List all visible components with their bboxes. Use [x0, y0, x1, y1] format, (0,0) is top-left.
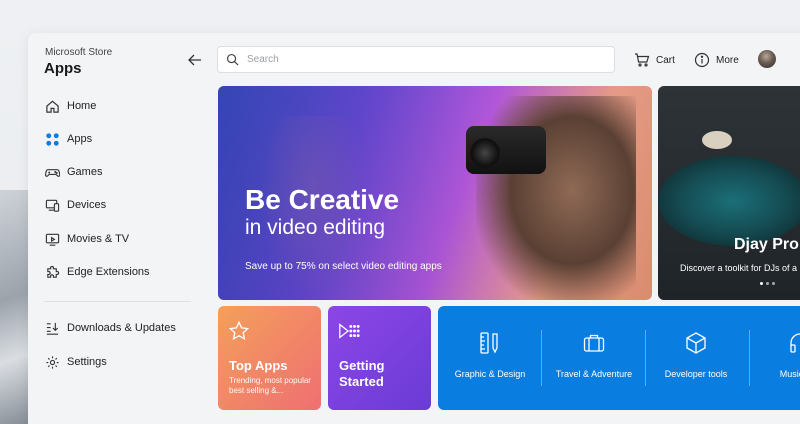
- search-icon: [226, 53, 239, 66]
- hero-banner-djay-pro[interactable]: Djay Pro Discover a toolkit for DJs of a: [658, 86, 800, 300]
- home-icon: [44, 98, 60, 114]
- app-subtitle: Microsoft Store: [45, 47, 113, 58]
- cart-icon: [635, 53, 650, 67]
- sidebar-item-home[interactable]: Home: [44, 95, 96, 117]
- top-apps-tile[interactable]: Top Apps Trending, most popular best sel…: [218, 306, 321, 410]
- cart-label: Cart: [656, 54, 675, 66]
- sidebar-item-label: Games: [67, 166, 103, 178]
- cube-icon: [686, 332, 706, 354]
- puzzle-icon: [44, 264, 60, 280]
- back-arrow-icon: [188, 54, 201, 66]
- sidebar-item-apps[interactable]: Apps: [44, 128, 92, 150]
- sidebar: Microsoft Store Apps Home Apps Games Dev…: [28, 33, 198, 424]
- tile-title: Getting Started: [339, 358, 385, 389]
- cart-button[interactable]: Cart: [634, 51, 675, 69]
- sidebar-item-label: Movies & TV: [67, 233, 130, 245]
- page-title: Apps: [44, 60, 82, 77]
- carousel-dot[interactable]: [766, 282, 769, 285]
- sidebar-item-label: Home: [67, 100, 97, 112]
- tile-description: Trending, most popular best selling &...: [229, 376, 311, 395]
- sidebar-item-label: Devices: [67, 199, 107, 211]
- category-travel-adventure[interactable]: Travel & Adventure: [542, 306, 646, 410]
- gamepad-icon: [44, 164, 60, 180]
- category-label: Music & S: [779, 369, 800, 379]
- sidebar-item-label: Edge Extensions: [67, 266, 150, 278]
- downloads-icon: [44, 320, 60, 336]
- sidebar-item-downloads-updates[interactable]: Downloads & Updates: [44, 317, 176, 339]
- more-label: More: [716, 54, 739, 66]
- sidebar-item-edge-extensions[interactable]: Edge Extensions: [44, 261, 150, 283]
- search-box[interactable]: [217, 46, 615, 73]
- getting-started-tile[interactable]: Getting Started: [328, 306, 431, 410]
- category-graphic-design[interactable]: Graphic & Design: [438, 306, 542, 410]
- more-button[interactable]: More: [694, 51, 739, 69]
- sidebar-item-label: Settings: [67, 356, 107, 368]
- hero-subtitle: in video editing: [245, 216, 386, 239]
- back-button[interactable]: [186, 51, 204, 69]
- hero2-title: Djay Pro: [734, 236, 799, 253]
- carousel-dots[interactable]: [760, 282, 775, 285]
- sidebar-item-label: Apps: [67, 133, 93, 145]
- turntable-image: [658, 156, 800, 246]
- category-label: Graphic & Design: [454, 369, 526, 379]
- avatar[interactable]: [758, 50, 776, 68]
- category-strip: Graphic & Design Travel & Adventure Deve…: [438, 306, 800, 410]
- sidebar-item-label: Downloads & Updates: [67, 322, 176, 334]
- hero-description: Save up to 75% on select video editing a…: [245, 261, 442, 272]
- category-music[interactable]: Music & S: [748, 306, 800, 410]
- camera-lens: [470, 138, 500, 168]
- tile-title: Top Apps: [229, 358, 288, 373]
- category-label: Travel & Adventure: [555, 369, 633, 379]
- hero2-description: Discover a toolkit for DJs of a: [680, 263, 798, 273]
- apps-icon: [44, 131, 60, 147]
- sidebar-divider: [44, 301, 191, 302]
- hero-title: Be Creative: [245, 184, 400, 215]
- search-input[interactable]: [247, 54, 587, 65]
- devices-icon: [44, 197, 60, 213]
- suitcase-icon: [583, 334, 605, 352]
- play-grid-icon: [339, 323, 360, 339]
- pen-ruler-icon: [480, 332, 498, 354]
- record-label: [702, 131, 732, 149]
- info-icon: [694, 52, 710, 68]
- carousel-dot[interactable]: [760, 282, 763, 285]
- category-label: Developer tools: [664, 369, 728, 379]
- sidebar-item-devices[interactable]: Devices: [44, 194, 106, 216]
- tv-icon: [44, 231, 60, 247]
- star-icon: [228, 320, 250, 341]
- sidebar-item-movies-tv[interactable]: Movies & TV: [44, 228, 129, 250]
- category-developer-tools[interactable]: Developer tools: [644, 306, 748, 410]
- carousel-dot[interactable]: [772, 282, 775, 285]
- hero-banner-video-editing[interactable]: Be Creative in video editing Save up to …: [218, 86, 652, 300]
- store-window: Microsoft Store Apps Home Apps Games Dev…: [28, 33, 800, 424]
- sidebar-item-settings[interactable]: Settings: [44, 351, 107, 373]
- gear-icon: [44, 354, 60, 370]
- sidebar-item-games[interactable]: Games: [44, 161, 102, 183]
- headphones-icon: [790, 333, 800, 353]
